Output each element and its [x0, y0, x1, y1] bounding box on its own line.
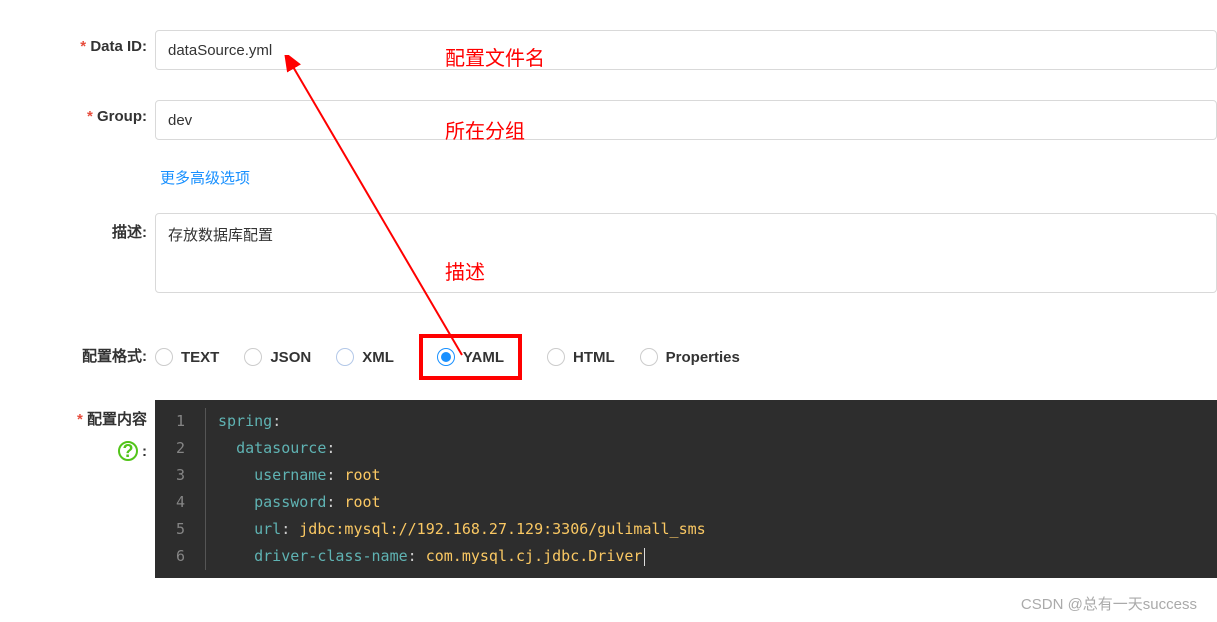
more-options-link[interactable]: 更多高级选项	[160, 167, 250, 188]
code-line: 1spring:	[155, 408, 1217, 435]
radio-label: HTML	[573, 349, 615, 366]
radio-circle-icon	[244, 348, 262, 366]
code-editor[interactable]: 1spring:2 datasource:3 username: root4 p…	[155, 400, 1217, 578]
radio-circle-icon	[547, 348, 565, 366]
radio-circle-icon	[336, 348, 354, 366]
radio-html[interactable]: HTML	[547, 348, 615, 366]
radio-circle-icon	[437, 348, 455, 366]
code-line: 5 url: jdbc:mysql://192.168.27.129:3306/…	[155, 516, 1217, 543]
radio-label: XML	[362, 349, 394, 366]
code-line: 2 datasource:	[155, 435, 1217, 462]
radio-label: Properties	[666, 349, 740, 366]
radio-circle-icon	[640, 348, 658, 366]
code-line: 6 driver-class-name: com.mysql.cj.jdbc.D…	[155, 543, 1217, 570]
data-id-label: Data ID:	[0, 30, 155, 55]
radio-text[interactable]: TEXT	[155, 348, 219, 366]
radio-yaml[interactable]: YAML	[419, 334, 522, 380]
radio-label: JSON	[270, 349, 311, 366]
watermark: CSDN @总有一天success	[1021, 593, 1197, 614]
data-id-input[interactable]	[155, 30, 1217, 70]
radio-properties[interactable]: Properties	[640, 348, 740, 366]
code-line: 3 username: root	[155, 462, 1217, 489]
description-label: 描述:	[0, 213, 155, 242]
radio-json[interactable]: JSON	[244, 348, 311, 366]
help-icon[interactable]: ?	[118, 441, 138, 461]
group-label: Group:	[0, 100, 155, 125]
radio-circle-icon	[155, 348, 173, 366]
radio-label: TEXT	[181, 349, 219, 366]
content-label: 配置内容	[77, 411, 147, 428]
radio-label: YAML	[463, 349, 504, 366]
group-input[interactable]	[155, 100, 1217, 140]
code-line: 4 password: root	[155, 489, 1217, 516]
description-input[interactable]	[155, 213, 1217, 293]
format-label: 配置格式:	[0, 343, 155, 366]
format-radio-group: TEXT JSON XML YAML HTML Properties	[155, 328, 1217, 380]
radio-xml[interactable]: XML	[336, 348, 394, 366]
